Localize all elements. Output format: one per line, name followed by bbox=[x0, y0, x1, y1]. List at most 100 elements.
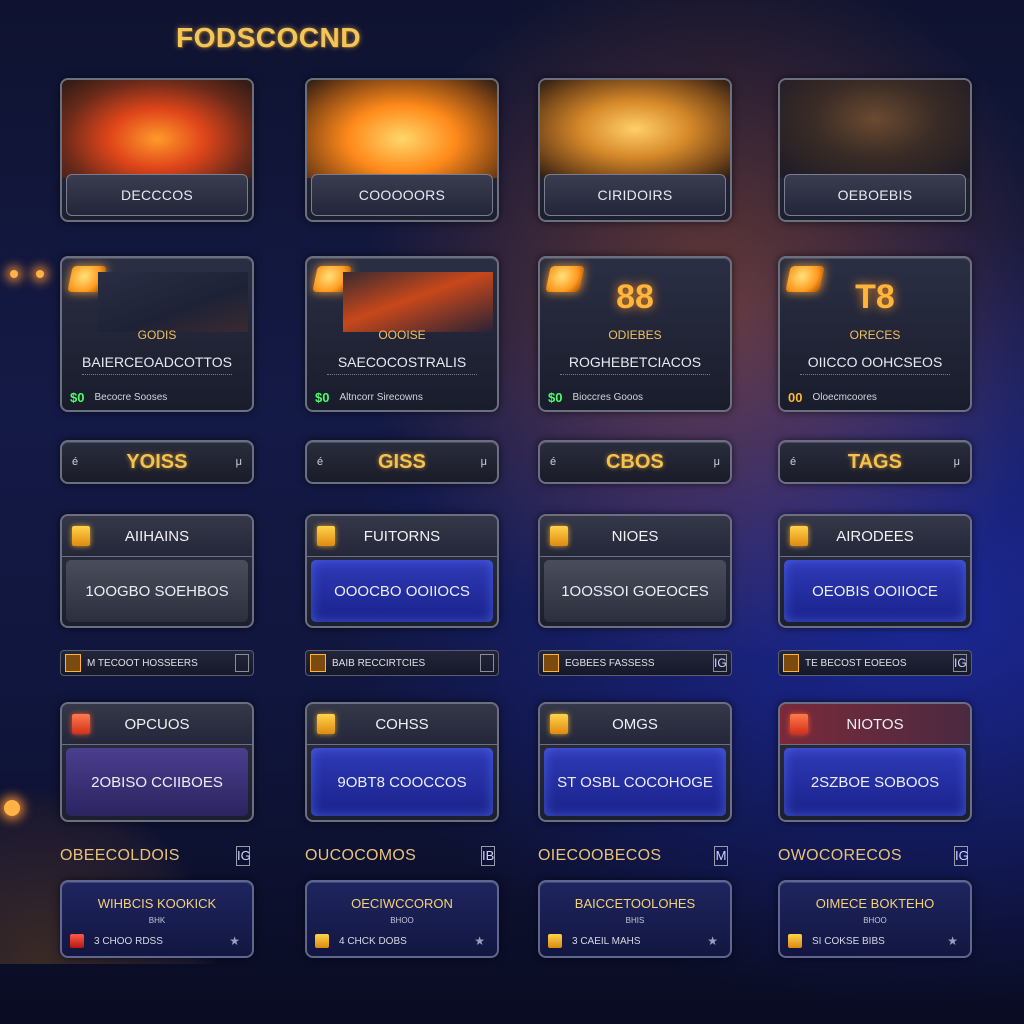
stat-card[interactable]: T8 ORECES OIICCO OOHCSEOS 00 Oloecmcoores bbox=[778, 256, 972, 412]
tag-right-icon: μ bbox=[480, 456, 487, 468]
section-card[interactable]: AIRODEES OEOBIS OOIIOCE bbox=[778, 514, 972, 628]
reward-footer: 3 CHOO RDSS ★ bbox=[70, 934, 240, 948]
stat-name: SAECOCOSTRALIS bbox=[337, 354, 467, 370]
category-image bbox=[307, 80, 497, 178]
section-icon bbox=[550, 526, 568, 546]
tag-right-icon: μ bbox=[713, 456, 720, 468]
divider bbox=[800, 374, 950, 381]
tag-left-icon: é bbox=[790, 456, 797, 468]
reward-subtitle: BHOO bbox=[863, 916, 887, 925]
info-strip[interactable]: OUCOCOMOS IB bbox=[305, 842, 499, 870]
reward-footer: 3 CAEIL MAHS ★ bbox=[548, 934, 718, 948]
stat-value: T8 bbox=[855, 278, 895, 316]
stat-footer: $0 Altncorr Sirecowns bbox=[315, 390, 489, 405]
reward-footer-text: 4 CHCK DOBS bbox=[339, 935, 407, 947]
stat-count: $0 bbox=[548, 390, 563, 405]
section-icon bbox=[317, 714, 335, 734]
strip-end-icon: IG bbox=[713, 654, 727, 672]
reward-footer: 4 CHCK DOBS ★ bbox=[315, 934, 485, 948]
stat-footer-text: Becocre Sooses bbox=[94, 392, 168, 403]
section-value: OEOBIS OOIIOCE bbox=[784, 560, 966, 622]
section-card[interactable]: COHSS 9OBT8 COOCCOS bbox=[305, 702, 499, 822]
reward-subtitle: BHIS bbox=[625, 916, 645, 925]
info-strip[interactable]: M TECOOT HOSSEERS bbox=[60, 650, 254, 676]
section-title: AIIHAINS bbox=[124, 527, 190, 545]
stat-value: 88 bbox=[616, 278, 654, 316]
tag-right-icon: μ bbox=[953, 456, 960, 468]
section-card[interactable]: NIOTOS 2SZBOE SOBOOS bbox=[778, 702, 972, 822]
strip-label: OIECOOBECOS bbox=[538, 847, 662, 864]
reward-title: OIMECE BOKTEHO bbox=[815, 896, 935, 911]
reward-card[interactable]: BAICCETOOLOHES BHIS 3 CAEIL MAHS ★ bbox=[538, 880, 732, 958]
strip-end-icon: IG bbox=[236, 846, 251, 866]
section-value: 2OBISO CCIIBOES bbox=[66, 748, 248, 816]
category-label: DECCCOS bbox=[66, 174, 248, 216]
strip-label: EGBEES FASSESS bbox=[565, 657, 655, 669]
section-card[interactable]: OMGS ST OSBL COCOHOGE bbox=[538, 702, 732, 822]
stat-footer: 00 Oloecmcoores bbox=[788, 390, 962, 405]
tag-bar[interactable]: é GISS μ bbox=[305, 440, 499, 484]
info-strip[interactable]: TE BECOST EOEEOS IG bbox=[778, 650, 972, 676]
stat-card[interactable]: GODIS BAIERCEOADCOTTOS $0 Becocre Sooses bbox=[60, 256, 254, 412]
strip-label: BAIB RECCIRTCIES bbox=[332, 657, 426, 669]
category-card[interactable]: OEBOEBIS bbox=[778, 78, 972, 222]
info-strip[interactable]: OIECOOBECOS M bbox=[538, 842, 732, 870]
section-card[interactable]: FUITORNS OOOCBO OOIIOCS bbox=[305, 514, 499, 628]
reward-subtitle: BHK bbox=[148, 916, 166, 925]
section-card[interactable]: OPCUOS 2OBISO CCIIBOES bbox=[60, 702, 254, 822]
reward-card[interactable]: WIHBCIS KOOKICK BHK 3 CHOO RDSS ★ bbox=[60, 880, 254, 958]
section-header: AIIHAINS bbox=[62, 516, 252, 557]
stat-subtitle: GODIS bbox=[137, 328, 177, 342]
category-card[interactable]: COOOOORS bbox=[305, 78, 499, 222]
reward-icon bbox=[788, 934, 802, 948]
tag-text: TAGS bbox=[847, 450, 902, 473]
reward-icon bbox=[315, 934, 329, 948]
reward-footer: SI COKSE BIBS ★ bbox=[788, 934, 958, 948]
tag-left-icon: é bbox=[317, 456, 324, 468]
strip-square-icon bbox=[783, 654, 799, 672]
stat-subtitle: ORECES bbox=[849, 328, 901, 342]
stat-count: $0 bbox=[315, 390, 330, 405]
section-title: AIRODEES bbox=[836, 527, 914, 545]
reward-subtitle: BHOO bbox=[390, 916, 414, 925]
stat-name: BAIERCEOADCOTTOS bbox=[82, 354, 232, 370]
stat-card[interactable]: 88 ODIEBES ROGHEBETCIACOS $0 Bioccres Gooos bbox=[538, 256, 732, 412]
section-card[interactable]: NIOES 1OOSSOI GOEOCES bbox=[538, 514, 732, 628]
info-strip[interactable]: OWOCORECOS IG bbox=[778, 842, 972, 870]
section-header: OMGS bbox=[540, 704, 730, 745]
lantern-glow bbox=[36, 270, 44, 278]
lantern-glow bbox=[10, 270, 18, 278]
stat-preview-image bbox=[98, 272, 248, 332]
reward-card[interactable]: OIMECE BOKTEHO BHOO SI COKSE BIBS ★ bbox=[778, 880, 972, 958]
category-card[interactable]: DECCCOS bbox=[60, 78, 254, 222]
reward-card[interactable]: OECIWCCORON BHOO 4 CHCK DOBS ★ bbox=[305, 880, 499, 958]
info-strip[interactable]: EGBEES FASSESS IG bbox=[538, 650, 732, 676]
section-title: NIOTOS bbox=[846, 715, 904, 733]
star-icon: ★ bbox=[947, 934, 958, 948]
tag-left-icon: é bbox=[72, 456, 79, 468]
stat-footer: $0 Becocre Sooses bbox=[70, 390, 244, 405]
section-header: AIRODEES bbox=[780, 516, 970, 557]
reward-footer-text: 3 CAEIL MAHS bbox=[572, 935, 641, 947]
reward-icon bbox=[70, 934, 84, 948]
star-icon: ★ bbox=[474, 934, 485, 948]
stat-card[interactable]: OOOISE SAECOCOSTRALIS $0 Altncorr Sirecowns bbox=[305, 256, 499, 412]
tag-bar[interactable]: é YOISS μ bbox=[60, 440, 254, 484]
divider bbox=[327, 374, 477, 381]
star-icon: ★ bbox=[707, 934, 718, 948]
info-strip[interactable]: BAIB RECCIRTCIES bbox=[305, 650, 499, 676]
section-card[interactable]: AIIHAINS 1OOGBO SOEHBOS bbox=[60, 514, 254, 628]
tag-bar[interactable]: é CBOS μ bbox=[538, 440, 732, 484]
tag-text: CBOS bbox=[605, 450, 664, 473]
section-icon bbox=[790, 714, 808, 734]
star-icon: ★ bbox=[229, 934, 240, 948]
category-image bbox=[780, 80, 970, 178]
category-card[interactable]: CIRIDOIRS bbox=[538, 78, 732, 222]
tag-bar[interactable]: é TAGS μ bbox=[778, 440, 972, 484]
category-image bbox=[540, 80, 730, 178]
divider bbox=[560, 374, 710, 381]
info-strip[interactable]: OBEECOLDOIS IG bbox=[60, 842, 254, 870]
strip-label: TE BECOST EOEEOS bbox=[805, 657, 907, 669]
section-value: 1OOSSOI GOEOCES bbox=[544, 560, 726, 622]
stat-count: 00 bbox=[788, 390, 803, 405]
